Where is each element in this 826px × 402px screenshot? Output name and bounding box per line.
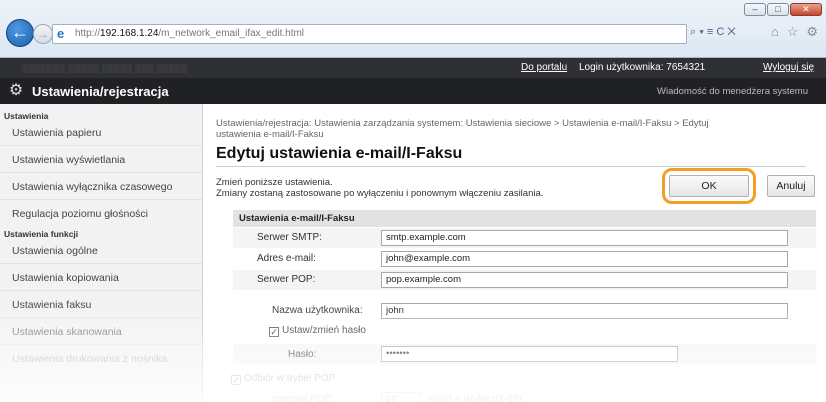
heading-divider xyxy=(216,166,806,167)
logout-link[interactable]: Wyloguj się xyxy=(763,62,814,73)
device-name-blurred: ░░░░░░░ ░░░░░ ░░░░░ ░░░ ░░░░░ xyxy=(22,64,188,73)
breadcrumb-line-2: ustawienia e-mail/I-Faksu xyxy=(216,129,324,140)
ok-button[interactable]: OK xyxy=(669,175,749,197)
favorites-star-icon[interactable]: ☆ xyxy=(787,24,799,40)
password-label: Hasło: xyxy=(288,349,317,360)
pop-interval-label: Interwał POP: xyxy=(272,394,334,402)
breadcrumb-line-1: Ustawienia/rejestracja: Ustawienia zarzą… xyxy=(216,118,709,129)
sidebar: Ustawienia Ustawienia papieru Ustawienia… xyxy=(0,104,203,402)
address-bar[interactable]: e http://192.168.1.24/m_network_email_if… xyxy=(52,24,687,44)
username-label: Nazwa użytkownika: xyxy=(272,305,363,316)
sidebar-item-timer[interactable]: Ustawienia wyłącznika czasowego xyxy=(0,174,202,200)
set-password-checkbox[interactable]: ✓ xyxy=(269,327,279,337)
sidebar-item-scan[interactable]: Ustawienia skanowania xyxy=(0,319,202,345)
minimize-button[interactable]: – xyxy=(744,3,766,16)
sidebar-item-paper[interactable]: Ustawienia papieru xyxy=(0,120,202,146)
pop-label: Serwer POP: xyxy=(257,274,316,285)
username-input[interactable]: john xyxy=(381,303,788,319)
sidebar-item-volume[interactable]: Regulacja poziomu głośności xyxy=(0,201,202,227)
smtp-label: Serwer SMTP: xyxy=(257,232,323,243)
breadcrumb: Ustawienia/rejestracja: Ustawienia zarzą… xyxy=(216,118,786,140)
home-icon[interactable]: ⌂ xyxy=(771,24,779,40)
pop-interval-input[interactable]: 10 xyxy=(381,392,421,402)
admin-message-link[interactable]: Wiadomość do menedżera systemu xyxy=(657,86,808,97)
password-input[interactable]: ••••••• xyxy=(381,346,678,362)
pop-interval-hint: min(0 = Wyłącz/1-99) xyxy=(427,394,522,402)
browser-toolbar-icons: ⌂ ☆ ⚙ xyxy=(771,24,818,40)
restart-notice-text: Zmiany zostaną zastosowane po wyłączeniu… xyxy=(216,188,544,199)
sidebar-item-fax[interactable]: Ustawienia faksu xyxy=(0,292,202,318)
pop-receive-label: Odbiór w trybie POP xyxy=(244,373,336,384)
pop-receive-checkbox[interactable]: ✓ xyxy=(231,375,241,385)
sidebar-item-media-print[interactable]: Ustawienia drukowania z nośnika xyxy=(0,346,202,372)
cancel-button[interactable]: Anuluj xyxy=(767,175,815,197)
maximize-button[interactable]: □ xyxy=(767,3,789,16)
login-user-text: Login użytkownika: 7654321 xyxy=(579,62,706,73)
settings-gear-icon[interactable]: ⚙ xyxy=(806,24,818,40)
pop-server-input[interactable]: pop.example.com xyxy=(381,272,788,288)
section-title: Ustawienia/rejestracja xyxy=(32,84,169,99)
section-header: Ustawienia e-mail/I-Faksu xyxy=(233,210,816,227)
page-title-bar: ⚙ Ustawienia/rejestracja Wiadomość do me… xyxy=(0,78,826,104)
address-bar-tools[interactable]: ⌕ ▾ ≡ C ✕ xyxy=(690,26,762,42)
instruction-text: Zmień poniższe ustawienia. xyxy=(216,177,333,188)
settings-gear-icon: ⚙ xyxy=(8,82,24,99)
sidebar-item-display[interactable]: Ustawienia wyświetlania xyxy=(0,147,202,173)
main-content: Ustawienia/rejestracja: Ustawienia zarzą… xyxy=(203,104,826,402)
top-status-bar: ░░░░░░░ ░░░░░ ░░░░░ ░░░ ░░░░░ Do portalu… xyxy=(0,58,826,78)
page-icon: e xyxy=(57,26,65,41)
sidebar-item-general[interactable]: Ustawienia ogólne xyxy=(0,238,202,264)
window-controls: – □ ✕ xyxy=(744,3,822,16)
sidebar-item-copy[interactable]: Ustawienia kopiowania xyxy=(0,265,202,291)
smtp-server-input[interactable]: smtp.example.com xyxy=(381,230,788,246)
back-arrow-icon[interactable]: ← xyxy=(6,19,34,47)
browser-chrome: – □ ✕ ← → e http://192.168.1.24/m_networ… xyxy=(0,0,826,58)
email-address-input[interactable]: john@example.com xyxy=(381,251,788,267)
page-heading: Edytuj ustawienia e-mail/I-Faksu xyxy=(216,145,463,162)
url-text: http://192.168.1.24/m_network_email_ifax… xyxy=(75,28,305,39)
close-window-button[interactable]: ✕ xyxy=(790,3,822,16)
portal-link[interactable]: Do portalu xyxy=(521,62,567,73)
forward-arrow-icon[interactable]: → xyxy=(33,24,53,44)
email-label: Adres e-mail: xyxy=(257,253,316,264)
set-password-label: Ustaw/zmień hasło xyxy=(282,325,366,336)
